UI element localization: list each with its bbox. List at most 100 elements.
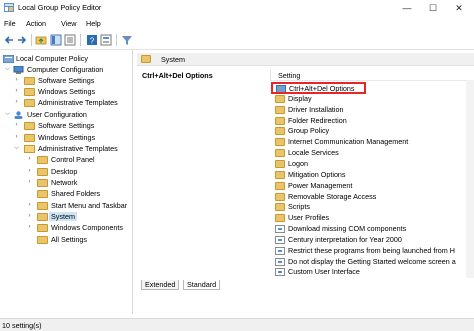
- details-header-title: System: [161, 55, 185, 64]
- menu-file[interactable]: File: [4, 19, 16, 28]
- setting-row-label: Mitigation Options: [288, 169, 346, 179]
- export-list-icon[interactable]: [64, 34, 76, 46]
- folder-open-icon: [24, 145, 35, 153]
- chevron-right-icon[interactable]: ›: [26, 222, 33, 233]
- setting-row[interactable]: Scripts: [271, 201, 474, 212]
- chevron-right-icon[interactable]: ›: [26, 154, 33, 165]
- folder-icon: [37, 190, 48, 198]
- folder-icon: [275, 94, 285, 103]
- minimize-button[interactable]: —: [394, 0, 420, 16]
- folder-icon: [275, 192, 285, 201]
- properties-icon[interactable]: [100, 34, 112, 46]
- setting-row[interactable]: Century interpretation for Year 2000: [271, 234, 474, 245]
- up-folder-icon[interactable]: [35, 34, 47, 46]
- setting-row-label: Folder Redirection: [288, 115, 347, 125]
- setting-row[interactable]: Folder Redirection: [271, 115, 474, 126]
- maximize-button[interactable]: ☐: [420, 0, 446, 16]
- setting-row[interactable]: Internet Communication Management: [271, 136, 474, 147]
- filter-icon[interactable]: [121, 34, 133, 46]
- setting-icon: [275, 225, 285, 233]
- setting-icon: [275, 235, 285, 244]
- folder-icon: [37, 236, 48, 244]
- window-title: Local Group Policy Editor: [18, 3, 102, 12]
- column-divider: [270, 69, 271, 80]
- tab-standard[interactable]: Standard: [183, 280, 221, 290]
- setting-row[interactable]: Download missing COM components: [271, 223, 474, 234]
- folder-icon: [37, 202, 48, 210]
- setting-row[interactable]: Removable Storage Access: [271, 191, 474, 202]
- vertical-scrollbar[interactable]: [466, 80, 474, 278]
- folder-icon: [275, 159, 285, 168]
- chevron-right-icon[interactable]: ›: [13, 132, 20, 143]
- setting-row-label: Display: [288, 93, 312, 103]
- chevron-right-icon[interactable]: ›: [26, 211, 33, 222]
- setting-row-label: Internet Communication Management: [288, 137, 409, 147]
- setting-icon: [275, 246, 285, 255]
- folder-icon: [37, 168, 48, 176]
- folder-icon: [275, 170, 285, 179]
- folder-icon: [275, 138, 285, 147]
- column-header-label: Setting: [278, 71, 301, 80]
- setting-row-label: Driver Installation: [288, 104, 344, 114]
- setting-row-label: Restrict these programs from being launc…: [288, 245, 455, 255]
- folder-icon: [275, 127, 285, 136]
- setting-row-label: Logon: [288, 158, 308, 168]
- chevron-down-icon[interactable]: ⌵: [13, 143, 20, 154]
- help-icon[interactable]: ?: [86, 34, 98, 46]
- menu-action[interactable]: Action: [26, 19, 46, 28]
- console-tree: Local Computer Policy ⌵ Computer Configu…: [0, 50, 133, 314]
- setting-row-label: Ctrl+Alt+Del Options: [289, 84, 355, 93]
- setting-row[interactable]: Driver Installation: [271, 104, 474, 115]
- setting-row-label: Do not display the Getting Started welco…: [288, 256, 456, 266]
- back-arrow-icon[interactable]: [3, 34, 15, 46]
- chevron-right-icon[interactable]: ›: [13, 97, 20, 108]
- chevron-down-icon[interactable]: ⌵: [4, 64, 11, 75]
- show-tree-icon[interactable]: [50, 34, 62, 46]
- folder-icon: [275, 149, 285, 158]
- forward-arrow-icon[interactable]: [16, 34, 28, 46]
- folder-icon: [275, 203, 285, 212]
- setting-row[interactable]: Locale Services: [271, 147, 474, 158]
- folder-icon: [24, 99, 35, 107]
- status-bar: [0, 318, 474, 331]
- setting-row-label: Download missing COM components: [288, 224, 407, 233]
- status-text: 10 setting(s): [2, 321, 42, 330]
- setting-row[interactable]: Mitigation Options: [271, 169, 474, 180]
- column-header-setting[interactable]: [270, 69, 474, 81]
- folder-icon: [275, 105, 285, 114]
- gpedit-app-icon: [4, 3, 14, 12]
- folder-icon: [141, 55, 151, 63]
- chevron-right-icon[interactable]: ›: [13, 86, 20, 97]
- details-header: [137, 53, 474, 66]
- setting-row[interactable]: Power Management: [271, 180, 474, 191]
- setting-row[interactable]: Display: [271, 93, 474, 104]
- folder-icon: [37, 213, 48, 221]
- policy-icon: [3, 55, 14, 63]
- tab-extended[interactable]: Extended: [141, 280, 180, 290]
- setting-row[interactable]: User Profiles: [271, 212, 474, 223]
- setting-row-label: Custom User Interface: [288, 267, 360, 277]
- setting-row[interactable]: Custom User Interface: [271, 266, 474, 277]
- menu-view[interactable]: View: [61, 19, 76, 28]
- svg-text:?: ?: [90, 37, 95, 46]
- setting-row[interactable]: Do not display the Getting Started welco…: [271, 256, 474, 267]
- folder-icon: [37, 179, 48, 187]
- folder-icon: [275, 116, 285, 125]
- chevron-right-icon[interactable]: ›: [26, 200, 33, 211]
- setting-row[interactable]: Logon: [271, 158, 474, 169]
- setting-icon: [275, 268, 285, 277]
- setting-row-label: Scripts: [288, 202, 310, 212]
- chevron-down-icon[interactable]: ⌵: [4, 109, 11, 120]
- chevron-right-icon[interactable]: ›: [26, 166, 33, 177]
- setting-row-label: Removable Storage Access: [288, 191, 377, 201]
- setting-row-label: Locale Services: [288, 148, 339, 158]
- close-button[interactable]: ✕: [446, 0, 472, 16]
- folder-icon: [275, 214, 285, 223]
- chevron-right-icon[interactable]: ›: [13, 75, 20, 86]
- menu-help[interactable]: Help: [86, 19, 101, 28]
- chevron-right-icon[interactable]: ›: [13, 120, 20, 131]
- folder-icon: [37, 156, 48, 164]
- setting-row[interactable]: Group Policy: [271, 125, 474, 136]
- setting-row[interactable]: Restrict these programs from being launc…: [271, 245, 474, 256]
- chevron-right-icon[interactable]: ›: [26, 177, 33, 188]
